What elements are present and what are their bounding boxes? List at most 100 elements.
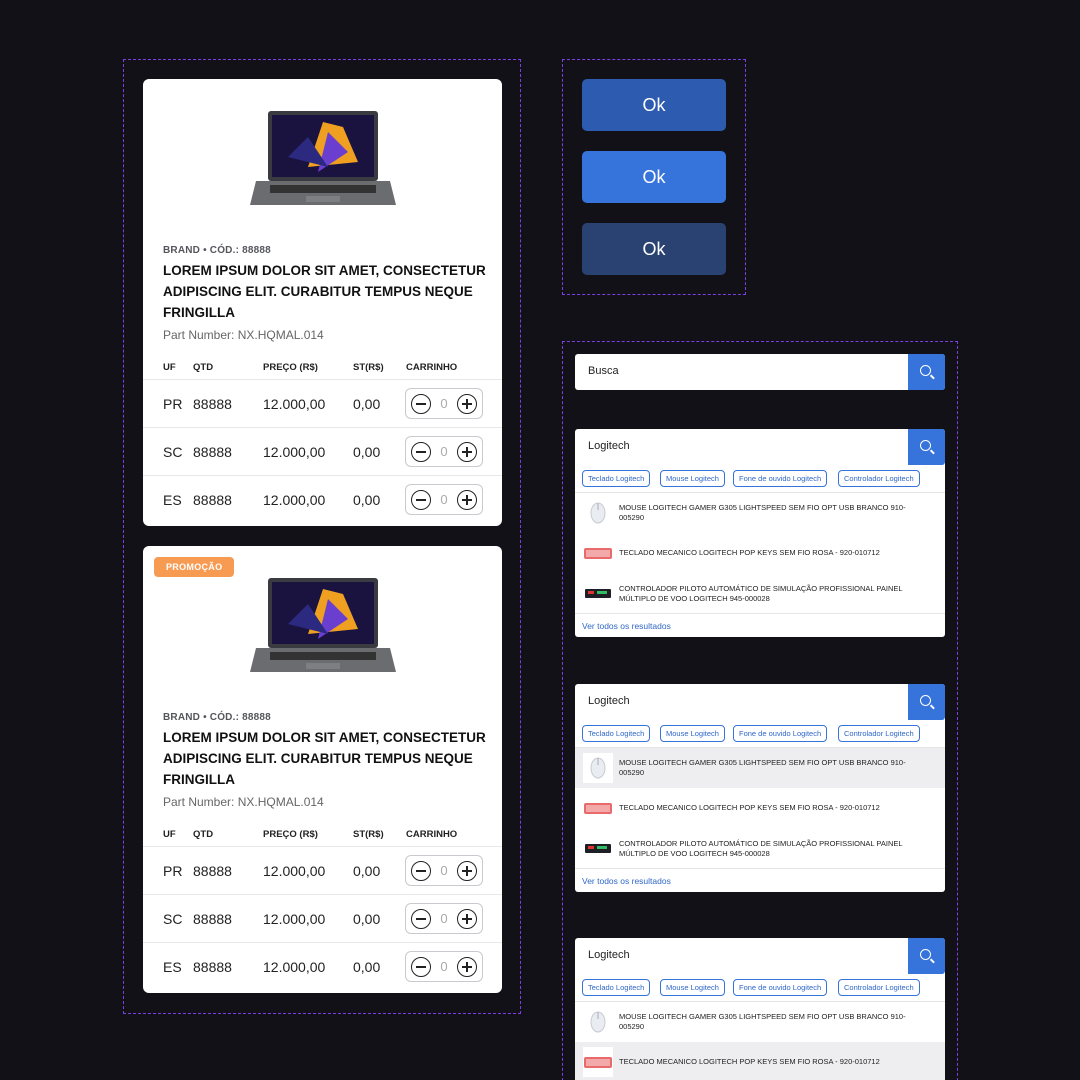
search-icon xyxy=(920,365,931,376)
quantity-stepper: 0 xyxy=(405,484,483,515)
col-carrinho: CARRINHO xyxy=(406,829,458,840)
cell-qtd: 88888 xyxy=(193,863,232,879)
quantity-stepper: 0 xyxy=(405,388,483,419)
cell-st: 0,00 xyxy=(353,863,381,879)
result-item[interactable]: MOUSE LOGITECH GAMER G305 LIGHTSPEED SEM… xyxy=(575,1002,945,1042)
search-input[interactable]: Logitech xyxy=(588,440,630,452)
search-button[interactable] xyxy=(908,429,945,465)
col-uf: UF xyxy=(163,829,176,840)
result-item[interactable]: TECLADO MECANICO LOGITECH POP KEYS SEM F… xyxy=(575,788,945,828)
result-item[interactable]: CONTROLADOR PILOTO AUTOMÁTICO DE SIMULAÇ… xyxy=(575,573,945,613)
suggestion-chips: Teclado Logitech Mouse Logitech Fone de … xyxy=(575,974,945,1002)
mouse-thumb-icon xyxy=(583,753,613,783)
plus-icon[interactable] xyxy=(457,957,477,977)
chip-fone[interactable]: Fone de ouvido Logitech xyxy=(733,725,828,742)
cell-qtd: 88888 xyxy=(193,492,232,508)
promo-badge: PROMOÇÃO xyxy=(154,557,235,577)
chip-mouse[interactable]: Mouse Logitech xyxy=(660,979,725,996)
col-uf: UF xyxy=(163,362,176,373)
chip-controlador[interactable]: Controlador Logitech xyxy=(838,979,920,996)
cell-uf: ES xyxy=(163,959,182,975)
cell-preco: 12.000,00 xyxy=(263,492,326,508)
search-input[interactable]: Logitech xyxy=(588,695,630,707)
suggestion-chips: Teclado Logitech Mouse Logitech Fone de … xyxy=(575,720,945,748)
search-bar: Logitech xyxy=(575,684,945,720)
search-button[interactable] xyxy=(908,938,945,974)
panel-thumb-icon xyxy=(585,589,611,598)
panel-thumb-icon xyxy=(585,844,611,853)
chip-teclado[interactable]: Teclado Logitech xyxy=(582,725,651,742)
cell-qtd: 88888 xyxy=(193,444,232,460)
result-item-highlighted[interactable]: MOUSE LOGITECH GAMER G305 LIGHTSPEED SEM… xyxy=(575,748,945,788)
mouse-thumb-icon xyxy=(590,1011,606,1033)
ok-button-pressed[interactable]: Ok xyxy=(582,223,726,275)
cell-qtd: 88888 xyxy=(193,959,232,975)
cell-preco: 12.000,00 xyxy=(263,444,326,460)
result-text: TECLADO MECANICO LOGITECH POP KEYS SEM F… xyxy=(619,548,880,557)
brand-code: BRAND • CÓD.: 88888 xyxy=(163,245,271,256)
search-input[interactable]: Logitech xyxy=(588,949,630,961)
search-icon xyxy=(920,440,931,451)
cell-qtd: 88888 xyxy=(193,396,232,412)
cell-uf: SC xyxy=(163,444,183,460)
laptop-image xyxy=(250,111,396,205)
result-item[interactable]: MOUSE LOGITECH GAMER G305 LIGHTSPEED SEM… xyxy=(575,493,945,533)
col-qtd: QTD xyxy=(193,362,214,373)
see-all-link[interactable]: Ver todos os resultados xyxy=(575,868,945,892)
keyboard-thumb-icon xyxy=(584,803,612,814)
col-qtd: QTD xyxy=(193,829,214,840)
quantity-stepper: 0 xyxy=(405,951,483,982)
product-title[interactable]: LOREM IPSUM DOLOR SIT AMET, CONSECTETUR … xyxy=(163,260,488,323)
chip-fone[interactable]: Fone de ouvido Logitech xyxy=(733,470,828,487)
result-item[interactable]: CONTROLADOR PILOTO AUTOMÁTICO DE SIMULAÇ… xyxy=(575,828,945,868)
cell-uf: PR xyxy=(163,863,183,879)
search-bar: Busca xyxy=(575,354,945,390)
result-text: MOUSE LOGITECH GAMER G305 LIGHTSPEED SEM… xyxy=(619,758,906,777)
chip-controlador[interactable]: Controlador Logitech xyxy=(838,470,920,487)
cell-st: 0,00 xyxy=(353,492,381,508)
mouse-thumb-icon xyxy=(590,502,606,524)
cell-st: 0,00 xyxy=(353,396,381,412)
chip-controlador[interactable]: Controlador Logitech xyxy=(838,725,920,742)
quantity-stepper: 0 xyxy=(405,436,483,467)
plus-icon[interactable] xyxy=(457,442,477,462)
brand-code: BRAND • CÓD.: 88888 xyxy=(163,712,271,723)
search-input[interactable]: Busca xyxy=(588,365,619,377)
cell-st: 0,00 xyxy=(353,959,381,975)
search-bar: Logitech xyxy=(575,429,945,465)
search-dropdown: Teclado Logitech Mouse Logitech Fone de … xyxy=(575,974,945,1080)
cell-uf: PR xyxy=(163,396,183,412)
product-title[interactable]: LOREM IPSUM DOLOR SIT AMET, CONSECTETUR … xyxy=(163,727,488,790)
plus-icon[interactable] xyxy=(457,394,477,414)
cell-uf: ES xyxy=(163,492,182,508)
cell-preco: 12.000,00 xyxy=(263,959,326,975)
ok-button-hover[interactable]: Ok xyxy=(582,151,726,203)
cell-preco: 12.000,00 xyxy=(263,863,326,879)
search-dropdown: Teclado Logitech Mouse Logitech Fone de … xyxy=(575,720,945,892)
chip-mouse[interactable]: Mouse Logitech xyxy=(660,725,725,742)
chip-fone[interactable]: Fone de ouvido Logitech xyxy=(733,979,828,996)
chip-teclado[interactable]: Teclado Logitech xyxy=(582,470,651,487)
plus-icon[interactable] xyxy=(457,861,477,881)
plus-icon[interactable] xyxy=(457,490,477,510)
search-icon xyxy=(920,949,931,960)
cell-st: 0,00 xyxy=(353,911,381,927)
table-row: PR 88888 12.000,00 0,00 0 xyxy=(143,846,502,894)
result-item[interactable]: TECLADO MECANICO LOGITECH POP KEYS SEM F… xyxy=(575,533,945,573)
keyboard-thumb-icon xyxy=(583,1047,613,1077)
keyboard-thumb-icon xyxy=(584,548,612,559)
search-bar: Logitech xyxy=(575,938,945,974)
cell-qtd: 88888 xyxy=(193,911,232,927)
plus-icon[interactable] xyxy=(457,909,477,929)
chip-teclado[interactable]: Teclado Logitech xyxy=(582,979,651,996)
result-item-highlighted[interactable]: TECLADO MECANICO LOGITECH POP KEYS SEM F… xyxy=(575,1042,945,1080)
suggestion-chips: Teclado Logitech Mouse Logitech Fone de … xyxy=(575,465,945,493)
table-row: ES 88888 12.000,00 0,00 0 xyxy=(143,942,502,990)
result-text: MOUSE LOGITECH GAMER G305 LIGHTSPEED SEM… xyxy=(619,503,906,522)
ok-button-default[interactable]: Ok xyxy=(582,79,726,131)
chip-mouse[interactable]: Mouse Logitech xyxy=(660,470,725,487)
search-button[interactable] xyxy=(908,354,945,390)
result-text: CONTROLADOR PILOTO AUTOMÁTICO DE SIMULAÇ… xyxy=(619,584,903,603)
search-button[interactable] xyxy=(908,684,945,720)
see-all-link[interactable]: Ver todos os resultados xyxy=(575,613,945,637)
